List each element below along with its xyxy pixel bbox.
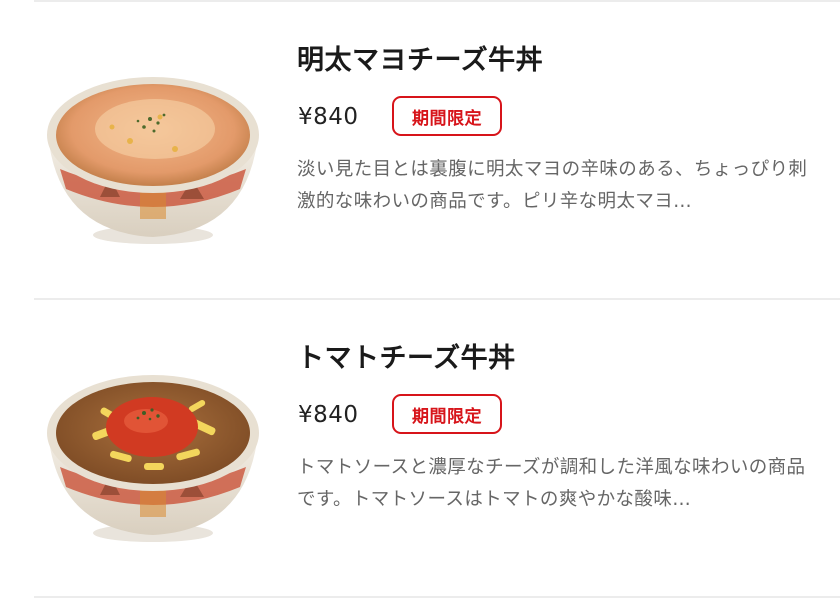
product-image <box>40 57 266 247</box>
product-name: トマトチーズ牛丼 <box>297 343 516 374</box>
product-description: 淡い見た目とは裏腹に明太マヨの辛味のある、ちょっぴり刺激的な味わいの商品です。ピ… <box>297 159 808 212</box>
menu-item-mentaiko-mayo-cheese-gyudon[interactable]: 明太マヨチーズ牛丼 ¥840 期間限定 淡い見た目とは裏腹に明太マヨの辛味のある… <box>0 2 840 298</box>
product-price: ¥840 <box>298 104 359 130</box>
product-image <box>40 355 266 545</box>
menu-item-tomato-cheese-gyudon[interactable]: トマトチーズ牛丼 ¥840 期間限定 トマトソースと濃厚なチーズが調和した洋風な… <box>0 300 840 596</box>
limited-time-badge: 期間限定 <box>392 394 502 434</box>
menu-list: 明太マヨチーズ牛丼 ¥840 期間限定 淡い見た目とは裏腹に明太マヨの辛味のある… <box>0 0 840 599</box>
divider <box>34 596 840 598</box>
product-name: 明太マヨチーズ牛丼 <box>297 45 544 76</box>
limited-time-badge: 期間限定 <box>392 96 502 136</box>
product-description: トマトソースと濃厚なチーズが調和した洋風な味わいの商品です。トマトソースはトマト… <box>297 457 806 510</box>
product-price: ¥840 <box>298 402 359 428</box>
